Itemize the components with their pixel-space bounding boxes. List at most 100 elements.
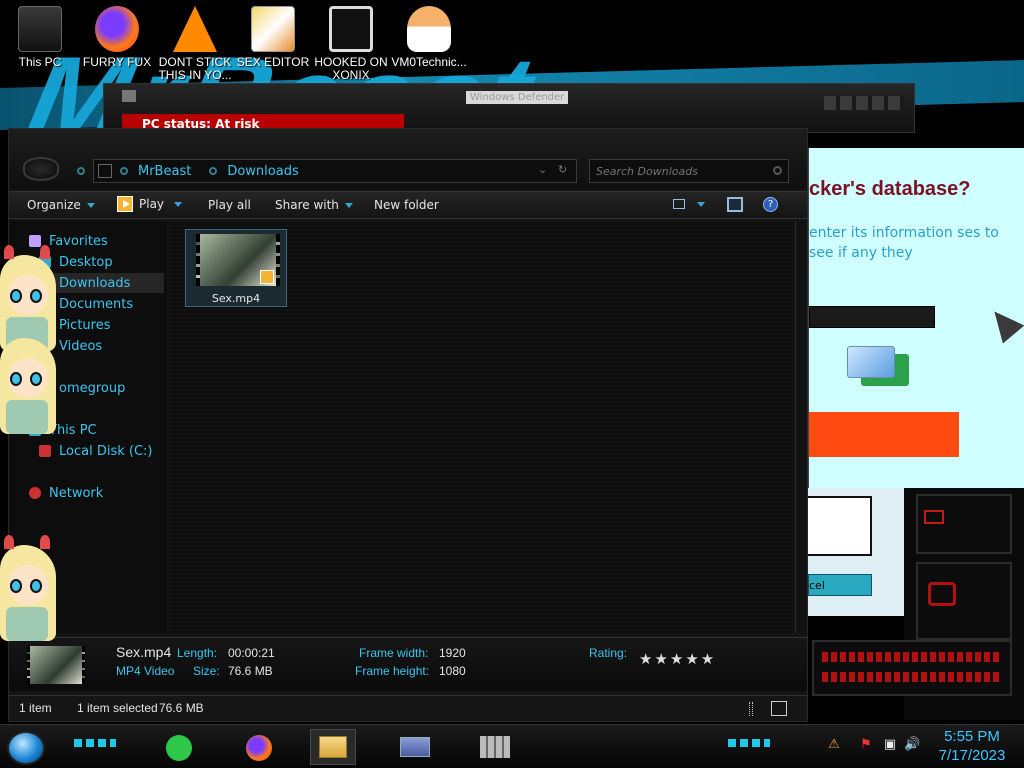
vertical-scrollbar[interactable] [795,221,807,633]
desktop-icon-dont-stick[interactable]: DONT STICK THIS IN YO... [157,6,233,82]
defender-window[interactable]: Windows Defender PC status: At risk [103,83,915,134]
credit-card-icon [847,346,911,388]
refresh-icon[interactable]: ↻ [558,163,567,176]
frame-height-label: Frame height: [355,664,430,678]
nav-label: Local Disk (C:) [59,443,153,459]
hex-editor-icon [251,6,295,52]
file-name: Sex.mp4 [211,292,261,305]
rating-label: Rating: [589,646,628,660]
new-folder-button[interactable]: New folder [374,198,439,212]
tray-volume-icon[interactable]: 🔊 [904,737,920,753]
organize-label: Organize [27,198,81,212]
clock[interactable]: 5:55 PM 7/17/2023 [930,727,1014,765]
nav-item-network[interactable]: Network [29,483,184,503]
search-box[interactable] [589,159,789,183]
play-button[interactable]: Play [117,196,183,212]
defender-window-controls[interactable] [824,96,904,110]
details-thumbnail [27,646,85,684]
frame-height-value: 1080 [439,664,466,678]
address-bar[interactable]: MrBeast Downloads ⌄ ↻ [93,159,577,183]
xonix-icon [329,6,373,52]
notes-app-icon [166,735,192,761]
breach-check-button[interactable] [809,412,959,457]
video-badge-icon [260,270,274,284]
defender-app-icon [122,90,136,102]
taskbar-decoration [74,739,116,747]
desktop-icon-vm0technic[interactable]: VM0Technic... [391,6,467,82]
organize-button[interactable]: Organize [27,198,95,212]
size-label: Size: [193,664,220,678]
preview-pane-button[interactable] [727,197,743,212]
frame-width-value: 1920 [439,646,466,660]
start-button[interactable] [7,731,45,765]
clock-date: 7/17/2023 [938,747,1006,764]
inner-dialog-text-area [808,496,872,556]
rating-stars[interactable]: ★★★★★ [639,650,716,668]
chevron-down-icon[interactable]: ⌄ [538,163,547,176]
details-file-type: MP4 Video [116,664,175,678]
status-bar: 1 item 1 item selected 76.6 MB [9,695,807,721]
taskbar-app-notes[interactable] [156,729,202,765]
play-label: Play [139,197,165,211]
chevron-down-icon [174,201,183,207]
defender-title: Windows Defender [466,91,569,104]
taskbar-app-firefox[interactable] [236,729,282,765]
tray-flag-icon[interactable]: ⚑ [858,737,874,753]
recent-pages-icon[interactable] [77,167,85,175]
technician-icon [407,6,451,52]
red-meter-1 [822,652,1002,662]
play-icon [117,196,133,212]
breadcrumb-separator-icon [209,167,218,175]
desktop-icon-sex-editor[interactable]: SEX EDITOR [235,6,311,82]
breadcrumb-item-mrbeast[interactable]: MrBeast [120,164,191,179]
tray-network-icon[interactable]: ▣ [882,737,898,753]
red-chart-icon [924,510,944,524]
cancel-button[interactable]: cel [808,574,872,596]
breadcrumb-separator-icon [120,167,128,175]
location-icon [98,164,112,178]
size-value: 76.6 MB [228,664,273,678]
length-label: Length: [177,646,218,660]
breach-description: enter its information ses to see if any … [809,225,999,261]
search-input[interactable] [590,160,760,183]
network-icon [29,487,41,499]
tray-alert-icon[interactable]: ⚠ [826,737,842,753]
breach-input[interactable] [809,306,935,328]
taskbar-app-breach[interactable] [392,729,438,765]
cartoon-character-sticker [0,328,60,438]
card-app-icon [400,737,430,757]
inner-dialog[interactable]: cel [808,488,904,616]
play-all-label: Play all [208,198,251,212]
nav-label: Desktop [59,254,113,270]
computer-icon [18,6,62,52]
nav-label: Downloads [59,275,131,291]
help-button[interactable]: ? [763,197,778,212]
firefox-icon [246,735,272,761]
tech-panel-3 [812,640,1012,696]
cartoon-character-sticker [0,535,60,645]
taskbar-app-defender[interactable] [472,729,518,765]
new-folder-label: New folder [374,198,439,212]
taskbar-app-explorer[interactable] [310,729,356,765]
details-file-name: Sex.mp4 [116,644,172,660]
video-thumbnail [196,234,280,286]
details-view-icon[interactable] [749,702,753,716]
desktop-icon-this-pc[interactable]: This PC [2,6,78,82]
share-with-button[interactable]: Share with [275,198,353,212]
nav-label: Network [49,485,104,501]
change-view-button[interactable] [673,199,705,209]
command-bar: Organize Play Play all Share with New fo… [9,191,807,219]
desktop-icon-hooked-on-xonix[interactable]: HOOKED ON XONIX [313,6,389,82]
explorer-window[interactable]: MrBeast Downloads ⌄ ↻ Organize Play Play… [8,128,808,722]
desktop-icon-furry-fux[interactable]: FURRY FUX [79,6,155,82]
play-all-button[interactable]: Play all [208,198,251,212]
breach-heading: cker's database? [809,178,971,200]
item-count: 1 item [19,701,52,715]
length-value: 00:00:21 [228,646,275,660]
breadcrumb-label: Downloads [227,163,299,179]
file-list[interactable]: Sex.mp4 [169,221,793,633]
back-forward-orb[interactable] [23,157,59,181]
file-item[interactable]: Sex.mp4 [185,229,287,307]
large-icons-view-icon[interactable] [771,701,787,716]
breadcrumb-item-downloads[interactable]: Downloads [209,163,299,179]
